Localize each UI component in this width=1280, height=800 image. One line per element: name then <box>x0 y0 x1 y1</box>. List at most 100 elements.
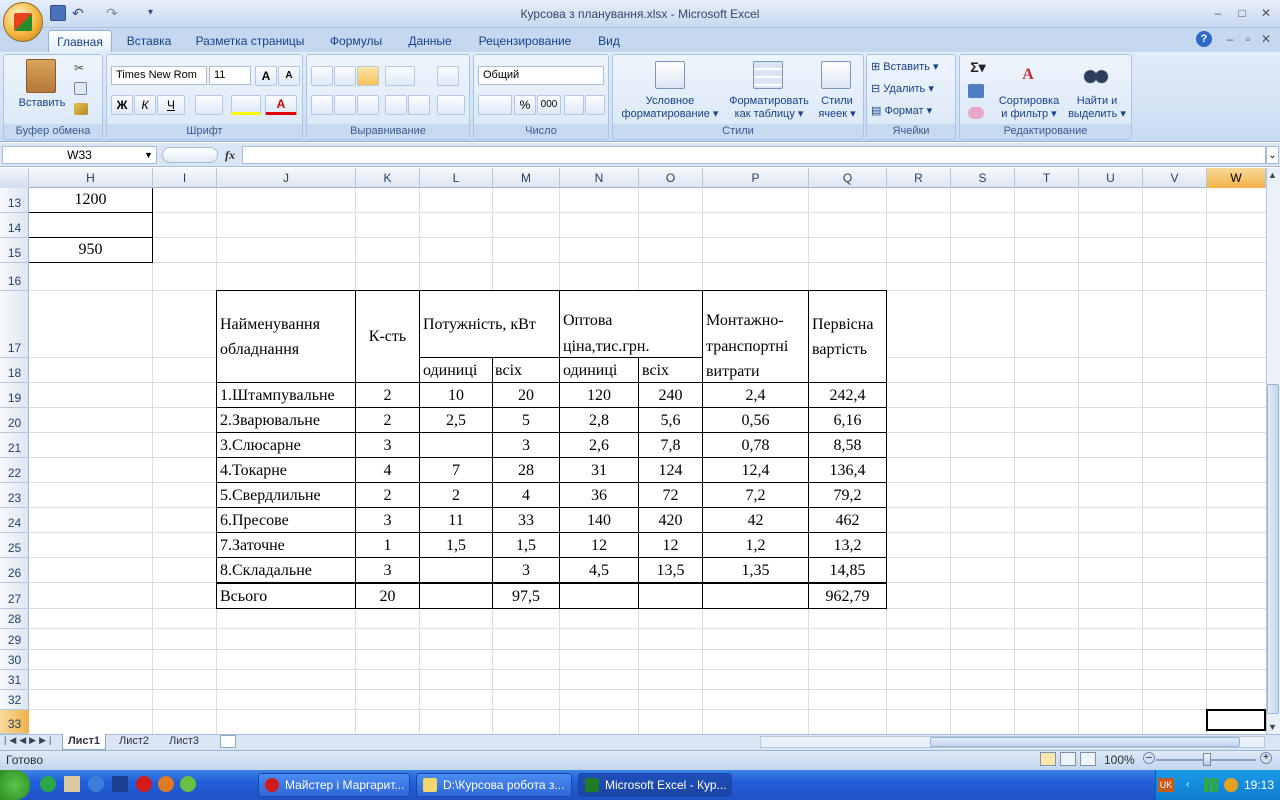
percent-button[interactable]: % <box>514 95 536 115</box>
cell-price-all[interactable]: 420 <box>639 512 702 530</box>
horizontal-scroll-thumb[interactable] <box>930 737 1240 747</box>
cell-price-all[interactable]: 72 <box>639 487 702 505</box>
row-header[interactable]: 16 <box>0 263 29 291</box>
align-right-button[interactable] <box>357 95 379 115</box>
quicklaunch-icon[interactable] <box>40 776 56 792</box>
cell-transport[interactable]: 42 <box>703 512 808 530</box>
cell-price-unit[interactable]: 120 <box>560 387 638 405</box>
conditional-format-button[interactable]: Условное форматирование ▾ <box>615 95 725 121</box>
sheet-nav-icons[interactable]: |◀◀▶▶| <box>4 735 54 746</box>
column-header-selected[interactable]: W <box>1207 168 1266 188</box>
cell-qty[interactable]: 3 <box>356 512 419 530</box>
tab-data[interactable]: Данные <box>398 30 462 52</box>
column-header[interactable]: J <box>217 168 356 188</box>
cell-price-unit[interactable]: 31 <box>560 462 638 480</box>
cell-price-all[interactable]: 12 <box>639 537 702 555</box>
align-bottom-button[interactable] <box>357 66 379 86</box>
align-center-button[interactable] <box>334 95 356 115</box>
increase-decimal-button[interactable] <box>564 95 584 115</box>
cell-qty[interactable]: 2 <box>356 412 419 430</box>
insert-sheet-icon[interactable] <box>220 735 236 748</box>
insert-function-button[interactable]: fx <box>220 146 240 164</box>
active-cell-cursor[interactable] <box>1206 709 1266 731</box>
clear-icon[interactable] <box>968 107 984 119</box>
vertical-scroll-thumb[interactable] <box>1267 384 1279 714</box>
office-button[interactable] <box>3 2 43 42</box>
italic-button[interactable]: К <box>134 95 156 115</box>
cell-name[interactable]: 1.Штампувальне <box>220 387 335 405</box>
row-header-selected[interactable]: 33 <box>0 710 29 734</box>
cell-power-all[interactable]: 33 <box>493 512 559 530</box>
sheet-tab-3[interactable]: Лист3 <box>162 734 206 750</box>
cell-name[interactable]: 7.Заточне <box>220 537 285 555</box>
align-top-button[interactable] <box>311 66 333 86</box>
number-format-combo[interactable]: Общий <box>478 66 604 85</box>
underline-button[interactable]: Ч <box>157 95 185 115</box>
cell-power-unit[interactable]: 2,5 <box>420 412 492 430</box>
scroll-up-icon[interactable]: ▲ <box>1268 170 1277 180</box>
align-middle-button[interactable] <box>334 66 356 86</box>
cell-h13[interactable]: 1200 <box>29 191 152 209</box>
taskbar-item-opera[interactable]: Майстер і Маргарит... <box>258 773 410 797</box>
cell-total-initial[interactable]: 962,79 <box>809 588 886 606</box>
cell-name[interactable]: 6.Пресове <box>220 512 289 530</box>
cell-price-unit[interactable]: 12 <box>560 537 638 555</box>
close-button[interactable]: ✕ <box>1256 6 1276 20</box>
cell-qty[interactable]: 3 <box>356 437 419 455</box>
orientation-button[interactable] <box>385 66 415 86</box>
row-header[interactable]: 17 <box>0 291 29 358</box>
row-header[interactable]: 21 <box>0 433 29 458</box>
cell-transport[interactable]: 1,2 <box>703 537 808 555</box>
tab-formulas[interactable]: Формулы <box>320 30 392 52</box>
delete-cells-button[interactable]: ⊟ Удалить ▾ <box>871 83 953 96</box>
row-header[interactable]: 29 <box>0 629 29 650</box>
insert-cells-button[interactable]: ⊞ Вставить ▾ <box>871 61 953 74</box>
column-header[interactable]: Q <box>809 168 887 188</box>
cell-transport[interactable]: 0,78 <box>703 437 808 455</box>
cell-h15[interactable]: 950 <box>29 241 152 259</box>
cell-price-unit[interactable]: 36 <box>560 487 638 505</box>
column-header[interactable]: R <box>887 168 951 188</box>
find-select-button[interactable]: Найти и выделить ▾ <box>1064 95 1130 121</box>
align-left-button[interactable] <box>311 95 333 115</box>
doc-minimize-button[interactable]: – <box>1220 32 1240 46</box>
cell-name[interactable]: 4.Токарне <box>220 462 287 480</box>
copy-icon[interactable] <box>74 82 87 95</box>
bold-button[interactable]: Ж <box>111 95 133 115</box>
tab-review[interactable]: Рецензирование <box>468 30 582 52</box>
zoom-out-icon[interactable]: – <box>1143 752 1155 764</box>
cell-styles-button[interactable]: Стили ячеек ▾ <box>813 95 861 121</box>
expand-formula-bar-icon[interactable]: ⌄ <box>1266 146 1279 164</box>
tab-home[interactable]: Главная <box>48 30 112 52</box>
format-cells-button[interactable]: ▤ Формат ▾ <box>871 105 953 118</box>
cell-power-all[interactable]: 3 <box>493 562 559 580</box>
firefox-icon[interactable] <box>158 776 174 792</box>
row-header[interactable]: 22 <box>0 458 29 483</box>
decrease-indent-button[interactable] <box>385 95 407 115</box>
sheet-tab-2[interactable]: Лист2 <box>112 734 156 750</box>
autosum-icon[interactable]: Σ▾ <box>966 60 990 74</box>
cell-power-all[interactable]: 1,5 <box>493 537 559 555</box>
cell-price-unit[interactable]: 4,5 <box>560 562 638 580</box>
column-header[interactable]: T <box>1015 168 1079 188</box>
doc-restore-button[interactable]: ▫ <box>1238 32 1258 46</box>
cell-power-all[interactable]: 3 <box>493 437 559 455</box>
row-header[interactable]: 26 <box>0 558 29 583</box>
page-layout-view-icon[interactable] <box>1060 752 1076 766</box>
sort-filter-button[interactable]: Сортировка и фильтр ▾ <box>994 95 1064 121</box>
taskbar-item-explorer[interactable]: D:\Курсова робота з... <box>416 773 572 797</box>
row-header[interactable]: 13 <box>0 188 29 213</box>
name-box[interactable]: W33 <box>2 146 157 164</box>
format-painter-icon[interactable] <box>74 103 88 115</box>
cell-power-unit[interactable]: 1,5 <box>420 537 492 555</box>
borders-button[interactable] <box>195 95 223 115</box>
increase-indent-button[interactable] <box>408 95 430 115</box>
cell-power-unit[interactable]: 7 <box>420 462 492 480</box>
cell-initial[interactable]: 136,4 <box>809 462 886 480</box>
cut-icon[interactable]: ✂ <box>74 61 88 75</box>
font-name-combo[interactable]: Times New Rom <box>111 66 207 85</box>
currency-button[interactable] <box>478 95 512 115</box>
cell-initial[interactable]: 462 <box>809 512 886 530</box>
fill-icon[interactable] <box>968 84 984 98</box>
thousands-button[interactable]: 000 <box>537 95 561 115</box>
